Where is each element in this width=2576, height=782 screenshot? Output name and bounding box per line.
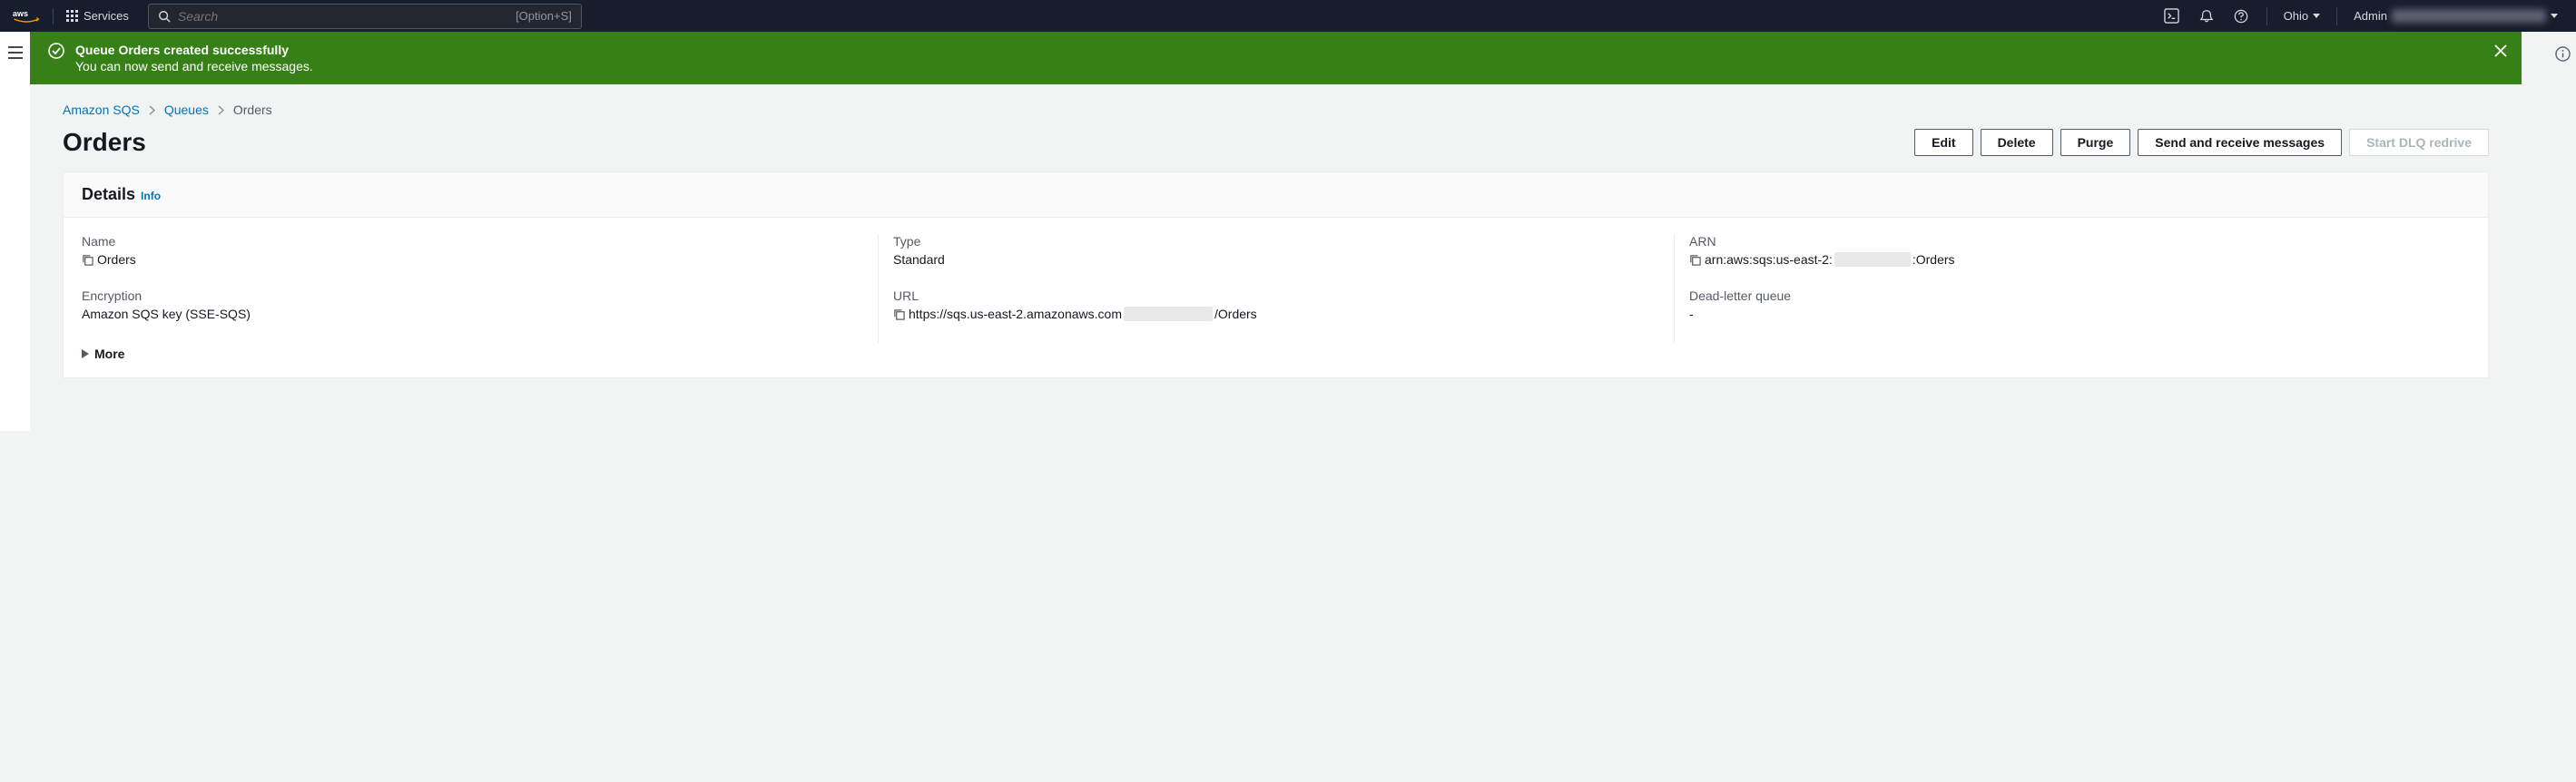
- caret-right-icon: [82, 349, 89, 358]
- flash-close-button[interactable]: [2494, 44, 2507, 60]
- encryption-label: Encryption: [82, 288, 863, 303]
- encryption-value: Amazon SQS key (SSE-SQS): [82, 307, 863, 321]
- details-panel: Details Info Name Orders: [63, 171, 2489, 378]
- region-label: Ohio: [2284, 9, 2308, 23]
- more-expander[interactable]: More: [82, 343, 2470, 368]
- page-header: Orders Edit Delete Purge Send and receiv…: [30, 122, 2522, 171]
- start-dlq-redrive-button: Start DLQ redrive: [2349, 129, 2489, 156]
- success-flash: Queue Orders created successfully You ca…: [30, 32, 2522, 84]
- page-title: Orders: [63, 128, 146, 157]
- cloudshell-icon[interactable]: [2158, 4, 2187, 29]
- account-prefix: Admin: [2354, 9, 2387, 23]
- breadcrumb-current: Orders: [233, 103, 272, 117]
- details-col-2: Type Standard URL https://sqs.us-east-2.…: [878, 234, 1674, 343]
- copy-icon[interactable]: [893, 308, 905, 320]
- dlq-value: -: [1689, 307, 2455, 321]
- aws-logo[interactable]: aws: [13, 8, 54, 24]
- name-label: Name: [82, 234, 863, 249]
- flash-message: You can now send and receive messages.: [75, 59, 313, 73]
- search-input[interactable]: [178, 9, 508, 24]
- name-value: Orders: [82, 252, 863, 267]
- caret-down-icon: [2313, 14, 2320, 18]
- action-buttons: Edit Delete Purge Send and receive messa…: [1914, 129, 2489, 156]
- send-receive-button[interactable]: Send and receive messages: [2138, 129, 2342, 156]
- details-col-1: Name Orders Encryption Amazon SQS key (S…: [82, 234, 878, 343]
- help-icon[interactable]: [2227, 4, 2256, 29]
- search-hint: [Option+S]: [516, 9, 572, 23]
- success-check-icon: [48, 43, 64, 59]
- flash-title: Queue Orders created successfully: [75, 43, 313, 57]
- close-icon: [2494, 44, 2507, 57]
- type-value: Standard: [893, 252, 1659, 267]
- services-menu[interactable]: Services: [54, 9, 143, 23]
- hamburger-icon: [8, 46, 23, 59]
- chevron-right-icon: [149, 105, 155, 115]
- breadcrumb-root[interactable]: Amazon SQS: [63, 103, 140, 117]
- nav-icons: Ohio Admin redacted-account: [2158, 4, 2563, 29]
- arn-redacted: xxxxxxxxxxxx: [1834, 252, 1911, 267]
- account-blurred: redacted-account: [2392, 9, 2546, 23]
- dlq-label: Dead-letter queue: [1689, 288, 2455, 303]
- top-nav: aws Services [Option+S] Ohio Admin redac…: [0, 0, 2576, 32]
- region-selector[interactable]: Ohio: [2278, 9, 2325, 23]
- side-nav-toggle[interactable]: [0, 32, 30, 431]
- panel-title: Details: [82, 185, 135, 204]
- notifications-icon[interactable]: [2192, 4, 2221, 29]
- main-content: Queue Orders created successfully You ca…: [30, 32, 2549, 395]
- url-label: URL: [893, 288, 1659, 303]
- info-link[interactable]: Info: [141, 190, 161, 202]
- svg-text:aws: aws: [13, 9, 28, 18]
- copy-icon[interactable]: [82, 254, 93, 266]
- delete-button[interactable]: Delete: [1981, 129, 2053, 156]
- panel-header: Details Info: [64, 172, 2488, 218]
- arn-label: ARN: [1689, 234, 2455, 249]
- purge-button[interactable]: Purge: [2060, 129, 2131, 156]
- more-label: More: [94, 347, 124, 361]
- chevron-right-icon: [218, 105, 224, 115]
- arn-value: arn:aws:sqs:us-east-2:xxxxxxxxxxxx:Order…: [1689, 252, 2455, 267]
- details-col-3: ARN arn:aws:sqs:us-east-2:xxxxxxxxxxxx:O…: [1674, 234, 2470, 343]
- info-circle-icon: [2555, 46, 2571, 62]
- breadcrumb: Amazon SQS Queues Orders: [30, 84, 2522, 122]
- search-box[interactable]: [Option+S]: [148, 4, 582, 29]
- type-label: Type: [893, 234, 1659, 249]
- account-selector[interactable]: Admin redacted-account: [2348, 9, 2563, 23]
- info-panel-toggle[interactable]: [2549, 32, 2576, 62]
- copy-icon[interactable]: [1689, 254, 1701, 266]
- url-redacted: xxxxxxxxxxxxxx: [1124, 307, 1213, 321]
- url-value: https://sqs.us-east-2.amazonaws.comxxxxx…: [893, 307, 1659, 321]
- grid-icon: [66, 10, 78, 22]
- search-icon: [158, 10, 171, 23]
- caret-down-icon: [2551, 14, 2558, 18]
- services-label: Services: [84, 9, 129, 23]
- breadcrumb-queues[interactable]: Queues: [164, 103, 209, 117]
- edit-button[interactable]: Edit: [1914, 129, 1972, 156]
